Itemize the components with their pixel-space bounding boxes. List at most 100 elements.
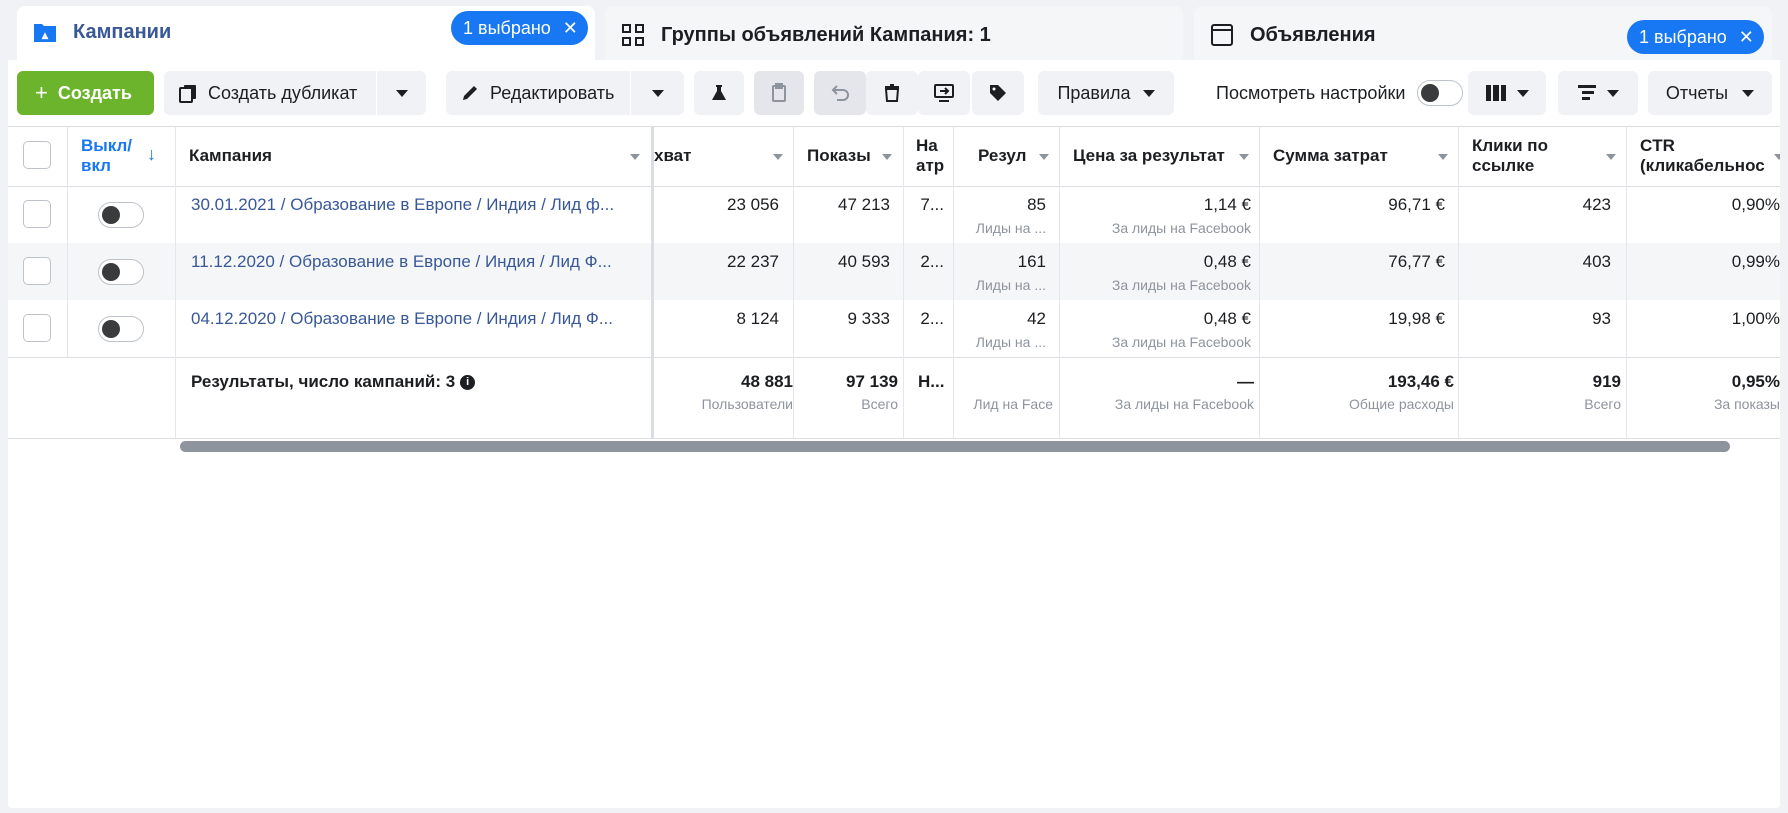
duplicate-dropdown[interactable] <box>377 89 426 97</box>
svg-text:▲: ▲ <box>42 31 49 41</box>
campaign-toggle[interactable] <box>98 259 144 285</box>
chevron-down-icon <box>773 154 783 160</box>
impressions-value: 40 593 <box>838 252 890 271</box>
amount-spent-value: 19,98 € <box>1388 309 1445 328</box>
undo-button[interactable] <box>814 71 866 115</box>
link-clicks-value: 403 <box>1582 252 1611 271</box>
column-header-attribution[interactable]: На атр <box>916 136 952 176</box>
tab-adsets-label: Группы объявлений Кампания: 1 <box>661 24 991 46</box>
tag-button[interactable] <box>972 71 1024 115</box>
totals-label-text: Результаты, число кампаний: 3 <box>191 372 456 391</box>
results-value: 161 <box>1017 252 1046 271</box>
total-results-subtext: Лид на Face <box>973 396 1053 412</box>
total-amount-spent-subtext: Общие расходы <box>1348 396 1454 412</box>
amount-spent-value: 96,71 € <box>1388 195 1445 214</box>
total-impressions: 97 139 <box>846 372 898 391</box>
campaign-toggle[interactable] <box>98 202 144 228</box>
column-header-amount-spent[interactable]: Сумма затрат <box>1273 146 1388 166</box>
chip-label: 1 выбрано <box>1639 26 1727 47</box>
columns-button[interactable] <box>1468 71 1546 115</box>
rules-button[interactable]: Правила <box>1038 71 1174 115</box>
reach-value: 23 056 <box>727 195 779 214</box>
clipboard-button[interactable] <box>754 71 804 115</box>
toggle-knob <box>102 320 120 338</box>
grid-icon <box>621 23 645 47</box>
column-header-impressions[interactable]: Показы <box>807 146 871 166</box>
column-header-reach[interactable]: хват <box>654 146 691 166</box>
preview-icon <box>933 83 955 103</box>
divider <box>8 438 1780 439</box>
pencil-icon <box>460 83 480 103</box>
reach-value: 22 237 <box>727 252 779 271</box>
column-header-toggle[interactable]: Выкл/ вкл <box>81 136 141 176</box>
campaign-toggle[interactable] <box>98 316 144 342</box>
copy-icon <box>178 83 198 103</box>
column-header-results[interactable]: Резул <box>978 146 1026 166</box>
edit-button[interactable]: Редактировать <box>446 83 630 104</box>
toggle-knob <box>102 206 120 224</box>
horizontal-scrollbar[interactable] <box>180 441 1730 452</box>
total-ctr: 0,95% <box>1731 372 1780 391</box>
reports-label: Отчеты <box>1665 82 1729 103</box>
results-value: 85 <box>1027 195 1046 214</box>
delete-button[interactable] <box>866 71 918 115</box>
ctr-value: 0,90% <box>1731 195 1780 214</box>
total-reach: 48 881 <box>741 372 793 391</box>
close-icon[interactable]: ✕ <box>563 18 578 39</box>
flask-icon <box>709 83 729 103</box>
edit-dropdown[interactable] <box>631 89 684 97</box>
breakdown-icon <box>1577 84 1597 102</box>
ctr-value: 1,00% <box>1731 309 1780 328</box>
impressions-value: 9 333 <box>847 309 890 328</box>
chevron-down-icon <box>1239 154 1249 160</box>
campaign-name-link[interactable]: 30.01.2021 / Образование в Европе / Инди… <box>191 195 641 215</box>
amount-spent-value: 76,77 € <box>1388 252 1445 271</box>
ab-test-button[interactable] <box>694 71 744 115</box>
create-button[interactable]: + Создать <box>17 71 154 115</box>
view-settings-label: Посмотреть настройки <box>1216 82 1406 103</box>
row-checkbox[interactable] <box>23 200 51 228</box>
chevron-down-icon <box>1742 89 1755 97</box>
selected-chip-campaigns[interactable]: 1 выбрано ✕ <box>451 11 588 45</box>
info-icon[interactable]: i <box>460 374 476 390</box>
reports-button[interactable]: Отчеты <box>1648 71 1772 115</box>
total-cost-per-result: — <box>1237 372 1254 391</box>
chevron-down-icon <box>395 89 408 97</box>
column-header-cost-per-result[interactable]: Цена за результат <box>1073 146 1225 166</box>
row-checkbox[interactable] <box>23 257 51 285</box>
link-clicks-value: 93 <box>1592 309 1611 328</box>
sort-arrow-icon: ↓ <box>147 144 156 164</box>
column-header-ctr[interactable]: CTR (кликабельнос <box>1640 136 1780 176</box>
chevron-down-icon <box>1142 89 1155 97</box>
tag-icon <box>988 83 1008 103</box>
campaign-name-link[interactable]: 04.12.2020 / Образование в Европе / Инди… <box>191 309 641 329</box>
view-settings-toggle[interactable] <box>1417 80 1464 106</box>
selected-chip-ads[interactable]: 1 выбрано ✕ <box>1627 20 1764 54</box>
campaign-name-link[interactable]: 11.12.2020 / Образование в Европе / Инди… <box>191 252 641 272</box>
cost-per-result-subtext: За лиды на Facebook <box>1111 334 1251 350</box>
close-icon[interactable]: ✕ <box>1739 27 1754 48</box>
rules-label: Правила <box>1057 82 1131 103</box>
breakdown-button[interactable] <box>1558 71 1638 115</box>
chevron-down-icon <box>1774 154 1780 160</box>
tab-adsets[interactable]: Группы объявлений Кампания: 1 <box>605 6 1183 60</box>
ad-window-icon <box>1210 23 1234 47</box>
total-amount-spent: 193,46 € <box>1387 372 1454 391</box>
chevron-down-icon <box>651 89 664 97</box>
column-header-campaign[interactable]: Кампания <box>189 146 272 166</box>
results-subtext: Лиды на ... <box>975 277 1046 293</box>
divider <box>8 357 1780 358</box>
results-subtext: Лиды на ... <box>975 220 1046 236</box>
create-label: Создать <box>57 82 132 103</box>
select-all-checkbox[interactable] <box>23 141 51 169</box>
column-header-link-clicks[interactable]: Клики по ссылке <box>1472 136 1582 176</box>
preview-button[interactable] <box>918 71 970 115</box>
totals-label: Результаты, число кампаний: 3 i <box>191 372 476 392</box>
row-checkbox[interactable] <box>23 314 51 342</box>
total-attribution: Н... <box>918 372 945 391</box>
attribution-value: 2... <box>920 252 944 271</box>
total-cost-per-result-subtext: За лиды на Facebook <box>1114 396 1254 412</box>
campaigns-table: Выкл/ вкл ↓ Кампания хват Показы На атр … <box>8 126 1780 439</box>
chevron-down-icon <box>1606 154 1616 160</box>
duplicate-button[interactable]: Создать дубликат <box>164 83 376 104</box>
